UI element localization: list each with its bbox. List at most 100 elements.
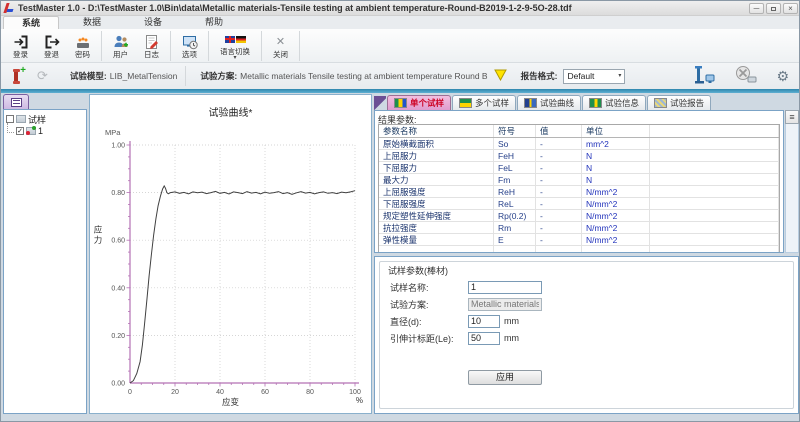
menu-tab-data[interactable]: 数据 [64, 16, 120, 29]
table-row[interactable]: 抗拉强度Rm-N/mm^2 [379, 222, 779, 234]
tab-test-report[interactable]: 试验报告 [647, 95, 711, 110]
close-tool-icon: ✕ [276, 34, 285, 50]
table-row[interactable]: 原始横截面积So-mm^2 [379, 138, 779, 150]
specimen-name-input[interactable] [468, 281, 542, 294]
table-row[interactable]: 下屈服力FeL-N [379, 162, 779, 174]
refresh-icon[interactable]: ⟳ [37, 68, 48, 84]
tab-test-info[interactable]: 试验信息 [582, 95, 646, 110]
users-icon [113, 34, 129, 50]
new-specimen-icon[interactable]: + [11, 68, 25, 85]
result-parameters-title: 结果参数: [378, 113, 780, 124]
tree-connector [7, 123, 14, 133]
diameter-label: 直径(d): [390, 315, 468, 328]
apply-button[interactable]: 应用 [468, 370, 542, 385]
svg-text:80: 80 [306, 389, 314, 396]
single-specimen-icon [394, 98, 407, 108]
tree-tab[interactable] [3, 94, 29, 109]
result-tabs: 单个试样 多个试样 试验曲线 试验信息 试验报告 [374, 94, 799, 110]
specimen-tree-panel: 试样 ✓ 1 [3, 94, 87, 414]
restore-icon [771, 7, 776, 11]
specimen-checkbox[interactable]: ✓ [16, 127, 24, 135]
report-format-label: 报告格式: [521, 70, 558, 82]
disconnect-status-icon[interactable] [734, 65, 758, 87]
chevron-down-icon: ▾ [233, 56, 236, 60]
tab-multi-specimen[interactable]: 多个试样 [452, 95, 516, 110]
toolbar-separator [101, 31, 102, 61]
title-bar: TestMaster 1.0 - D:\TestMaster 1.0\Bin\d… [1, 1, 800, 16]
results-side-strip: ≡ [785, 110, 799, 253]
specimen-name-label: 试样名称: [390, 281, 468, 294]
root-checkbox[interactable] [6, 115, 14, 123]
test-model-label: 试验模型: [70, 70, 107, 82]
svg-text:0.60: 0.60 [111, 238, 125, 245]
group-title: 试样参数(棒材) [386, 264, 450, 277]
y-axis-label: 应力 [92, 225, 104, 246]
x-axis-unit: % [356, 396, 363, 405]
panel-menu-button[interactable]: ≡ [785, 110, 799, 124]
tab-single-specimen[interactable]: 单个试样 [387, 95, 451, 110]
svg-text:0.20: 0.20 [111, 333, 125, 340]
machine-status-icon[interactable] [694, 65, 716, 87]
tree-node-specimen-1[interactable]: ✓ 1 [15, 125, 84, 137]
testmaster-window: TestMaster 1.0 - D:\TestMaster 1.0\Bin\d… [0, 0, 800, 422]
svg-text:0.00: 0.00 [111, 381, 125, 388]
specimen-parameters-box: 试样参数(棒材) 试样名称: 试验方案: 直径(d): mm 引伸计标距(Le)… [374, 256, 799, 414]
testbar-separator [185, 66, 186, 86]
logout-button[interactable]: 登退 [36, 30, 67, 62]
table-header: 参数名称 符号 值 单位 [379, 125, 779, 138]
result-parameters-table: 参数名称 符号 值 单位 原始横截面积So-mm^2 上屈服力FeH-N 下屈服… [378, 124, 780, 253]
diameter-input[interactable] [468, 315, 500, 328]
gauge-length-input[interactable] [468, 332, 500, 345]
users-button[interactable]: 用户 [105, 30, 136, 62]
log-icon [144, 34, 160, 50]
svg-text:100: 100 [349, 389, 361, 396]
test-scheme-label: 试验方案: [200, 70, 237, 82]
toolbar-separator [261, 31, 262, 61]
specimen-parameters-group: 试样参数(棒材) 试样名称: 试验方案: 直径(d): mm 引伸计标距(Le)… [379, 261, 794, 409]
diameter-unit: mm [504, 316, 519, 326]
tab-test-curve[interactable]: 试验曲线 [517, 95, 581, 110]
settings-gear-icon[interactable]: ⚙ [776, 68, 789, 85]
menu-tab-device[interactable]: 设备 [125, 16, 181, 29]
password-icon [75, 34, 91, 50]
language-switch-button[interactable]: 语言切换 ▾ [212, 30, 258, 62]
restore-button[interactable] [766, 3, 781, 14]
test-curve-icon [524, 98, 537, 108]
close-button[interactable]: × [783, 3, 798, 14]
toolbar-separator [170, 31, 171, 61]
table-row[interactable]: 弹性模量E-N/mm^2 [379, 234, 779, 246]
vertical-scrollbar[interactable] [785, 124, 799, 253]
gauge-length-label: 引伸计标距(Le): [390, 332, 468, 345]
svg-text:40: 40 [216, 389, 224, 396]
login-button[interactable]: 登录 [5, 30, 36, 62]
svg-text:0.80: 0.80 [111, 190, 125, 197]
table-row[interactable]: 上屈服力FeH-N [379, 150, 779, 162]
options-icon [182, 34, 198, 50]
report-format-value: Default [567, 71, 594, 81]
tree-root-label: 试样 [28, 113, 46, 126]
table-row[interactable]: 上屈服强度ReH-N/mm^2 [379, 186, 779, 198]
svg-text:60: 60 [261, 389, 269, 396]
report-format-select[interactable]: Default ▾ [563, 69, 625, 84]
result-parameters-box: 结果参数: 参数名称 符号 值 单位 原始横截面积So-mm^2 上屈服力FeH… [374, 110, 784, 253]
x-axis-label: 应变 [90, 396, 371, 408]
language-flags-icon [225, 31, 246, 47]
test-report-icon [654, 98, 667, 108]
password-button[interactable]: 密码 [67, 30, 98, 62]
log-button[interactable]: 日志 [136, 30, 167, 62]
minimize-button[interactable]: ─ [749, 3, 764, 14]
options-button[interactable]: 选项 [174, 30, 205, 62]
logout-icon [44, 34, 60, 50]
filter-icon[interactable] [494, 69, 507, 83]
svg-text:0.40: 0.40 [111, 285, 125, 292]
table-row[interactable]: 规定塑性延伸强度Rp(0.2)-N/mm^2 [379, 210, 779, 222]
stress-strain-chart: 0204060801000.000.200.400.600.801.00 [90, 95, 373, 413]
toolbar-separator [299, 31, 300, 61]
menu-tab-help[interactable]: 帮助 [186, 16, 242, 29]
svg-text:0: 0 [128, 389, 132, 396]
close-tool-button[interactable]: ✕ 关闭 [265, 30, 296, 62]
table-row[interactable]: 最大力Fm-N [379, 174, 779, 186]
table-row[interactable]: 下屈服强度ReL-N/mm^2 [379, 198, 779, 210]
tree-node-root[interactable]: 试样 [6, 113, 84, 125]
menu-tab-system[interactable]: 系统 [3, 16, 59, 29]
